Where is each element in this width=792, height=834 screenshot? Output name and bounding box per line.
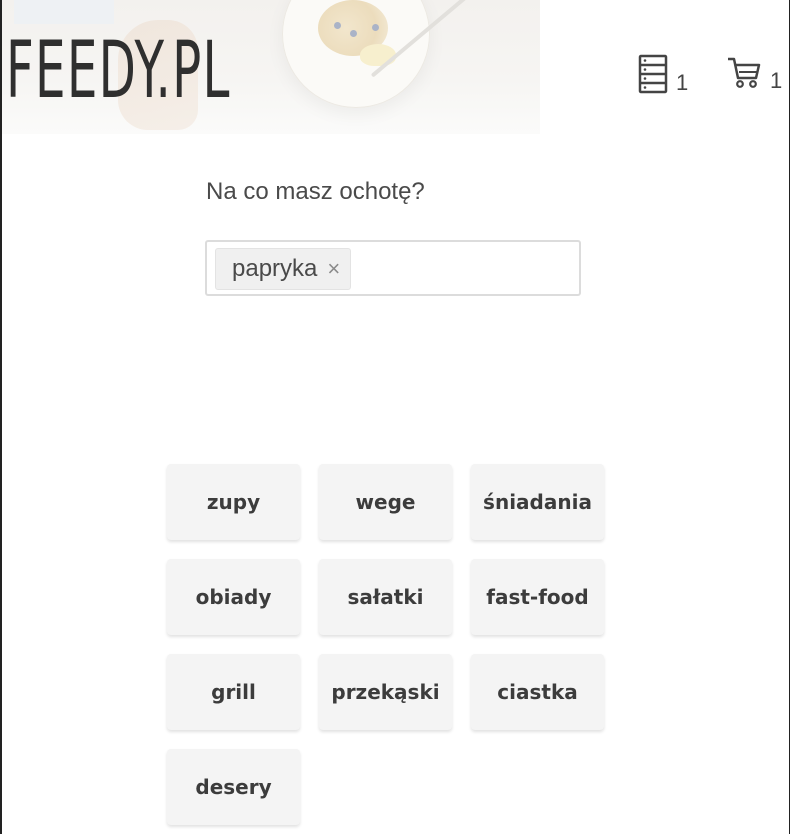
- category-button-obiady[interactable]: obiady: [167, 559, 300, 635]
- hero-berry: [350, 30, 357, 37]
- hero-decoration: [14, 0, 114, 24]
- hero-berry: [334, 22, 341, 29]
- tag-label: papryka: [232, 255, 318, 282]
- shopping-list-link[interactable]: 1: [638, 54, 688, 99]
- list-icon: [638, 54, 668, 99]
- hero-berry: [372, 24, 379, 31]
- cart-icon: [726, 54, 762, 95]
- cart-count: 1: [770, 67, 783, 93]
- ingredient-tag: papryka ×: [215, 248, 352, 290]
- ingredient-tag-input[interactable]: papryka ×: [205, 240, 581, 296]
- search-question: Na co masz ochotę?: [206, 178, 425, 205]
- category-button-zupy[interactable]: zupy: [167, 464, 300, 540]
- category-button-desery[interactable]: desery: [167, 749, 300, 825]
- category-button-przekaski[interactable]: przekąski: [319, 654, 452, 730]
- category-button-fast-food[interactable]: fast-food: [471, 559, 604, 635]
- category-grid: zupy wege śniadania obiady sałatki fast-…: [167, 464, 607, 825]
- category-button-ciastka[interactable]: ciastka: [471, 654, 604, 730]
- category-button-grill[interactable]: grill: [167, 654, 300, 730]
- site-logo[interactable]: FEEDY.PL: [6, 32, 231, 110]
- category-button-sniadania[interactable]: śniadania: [471, 464, 604, 540]
- cart-link[interactable]: 1: [726, 54, 782, 95]
- category-button-salatki[interactable]: sałatki: [319, 559, 452, 635]
- category-button-wege[interactable]: wege: [319, 464, 452, 540]
- list-count: 1: [676, 69, 689, 95]
- close-icon[interactable]: ×: [327, 258, 340, 280]
